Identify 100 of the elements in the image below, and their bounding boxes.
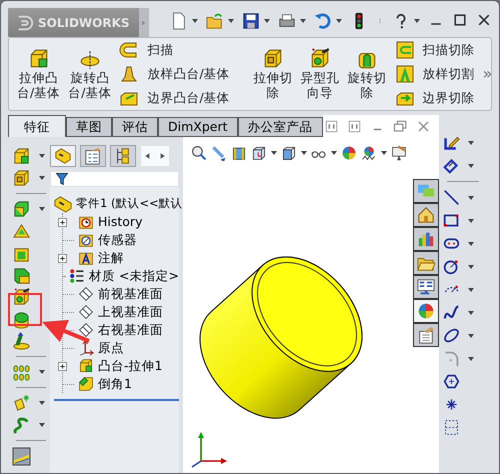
line-icon[interactable] — [443, 189, 460, 206]
new-document-icon[interactable] — [170, 12, 188, 30]
caret-icon[interactable] — [468, 196, 474, 200]
toolbar-tab[interactable]: DimXpert — [158, 117, 238, 137]
caret-icon[interactable] — [468, 218, 474, 222]
extrude-cut-icon[interactable] — [12, 168, 31, 188]
ribbon-command-button[interactable]: 放样凸台/基体 — [119, 64, 230, 84]
task-pane-tab[interactable] — [413, 275, 439, 299]
close-icon[interactable] — [476, 12, 492, 28]
zoom-icon[interactable] — [191, 145, 207, 161]
part-icon[interactable] — [54, 195, 72, 213]
task-pane-tab[interactable] — [413, 299, 439, 323]
tree-item[interactable]: 材质 <未指定> — [89, 266, 179, 286]
tree-item[interactable]: 倒角1 — [98, 374, 132, 394]
ribbon-command-button[interactable]: 拉伸切 除 — [254, 38, 293, 110]
view-cube-icon[interactable] — [251, 145, 267, 161]
tree-item[interactable]: 右视基准面 — [98, 320, 163, 340]
section-view-icon[interactable] — [231, 145, 247, 161]
caret-icon[interactable] — [39, 370, 45, 374]
caret-icon[interactable] — [271, 151, 277, 155]
caret-icon[interactable] — [39, 207, 45, 211]
maximize-icon[interactable] — [452, 12, 468, 28]
monitor-icon[interactable] — [391, 145, 407, 161]
rectangle-icon[interactable] — [443, 212, 460, 229]
swept-curve-icon[interactable] — [12, 332, 31, 350]
expand-icon[interactable] — [58, 218, 67, 226]
tree-item[interactable]: 传感器 — [98, 230, 137, 250]
caret-icon[interactable] — [39, 176, 45, 180]
toolbar-tab[interactable]: 办公室产品 — [238, 117, 323, 137]
panel-tab[interactable] — [110, 145, 136, 167]
caret-icon[interactable] — [414, 19, 420, 23]
caret-icon[interactable] — [468, 356, 474, 360]
caret-icon[interactable] — [468, 140, 474, 144]
caret-icon[interactable] — [381, 151, 387, 155]
rib-icon[interactable] — [12, 222, 31, 240]
task-pane-tab[interactable] — [413, 179, 439, 203]
tree-item[interactable]: 注解 — [98, 248, 124, 268]
printer-icon[interactable] — [278, 12, 296, 30]
task-pane-tab[interactable] — [413, 251, 439, 275]
ribbon-command-button[interactable]: 拉伸凸 台/基体 — [17, 38, 60, 110]
caret-icon[interactable] — [39, 154, 45, 158]
caret-icon[interactable] — [331, 151, 337, 155]
tree-item[interactable]: History — [98, 212, 142, 232]
ellipse-icon[interactable] — [443, 327, 460, 344]
restore-icon[interactable] — [393, 118, 408, 134]
tile-left-icon[interactable] — [324, 118, 339, 134]
task-pane-tab[interactable] — [413, 227, 439, 251]
caret-icon[interactable] — [468, 334, 474, 338]
tree-item[interactable]: 零件1 (默认<<默认 — [76, 195, 183, 213]
caret-icon[interactable] — [300, 19, 306, 23]
measure-icon[interactable] — [12, 446, 31, 466]
caret-icon[interactable] — [336, 19, 342, 23]
appearance-ball-icon[interactable] — [341, 145, 357, 161]
ribbon-command-button[interactable]: 旋转切 除 — [348, 38, 387, 110]
construction-geometry-icon[interactable] — [443, 419, 460, 436]
filter-field[interactable] — [50, 171, 179, 187]
toolbar-tab[interactable]: 草图 — [66, 117, 112, 137]
panel-tab[interactable] — [80, 145, 106, 167]
task-pane-tab[interactable] — [413, 203, 439, 227]
toolbar-tab[interactable]: 评估 — [112, 117, 158, 137]
sketch-icon[interactable] — [443, 134, 460, 151]
ribbon-command-button[interactable]: 边界凸台/基体 — [119, 88, 230, 108]
caret-icon[interactable] — [468, 164, 474, 168]
caret-icon[interactable] — [39, 401, 45, 405]
tree-item[interactable]: 凸台-拉伸1 — [98, 356, 162, 376]
caret-icon[interactable] — [39, 423, 45, 427]
task-pane-tab[interactable] — [413, 323, 439, 347]
ribbon-command-button[interactable]: 扫描切除 — [394, 40, 475, 60]
circle-icon[interactable] — [443, 258, 460, 275]
caret-icon[interactable] — [192, 19, 198, 23]
caret-icon[interactable] — [468, 288, 474, 292]
toolbar-tab[interactable]: 特征 — [8, 115, 66, 137]
undo-icon[interactable] — [314, 12, 332, 30]
display-cube-icon[interactable] — [281, 145, 297, 161]
spline-icon[interactable] — [443, 304, 460, 321]
pattern-icon[interactable] — [12, 362, 31, 382]
panel-tab[interactable] — [50, 145, 76, 167]
save-icon[interactable] — [242, 12, 260, 30]
caret-icon[interactable] — [468, 310, 474, 314]
ribbon-command-button[interactable]: 异型孔 向导 — [300, 38, 340, 110]
ribbon-command-button[interactable]: 边界切除 — [394, 88, 475, 108]
fillet-icon[interactable] — [12, 200, 31, 218]
caret-icon[interactable] — [301, 151, 307, 155]
caret-icon[interactable] — [468, 242, 474, 246]
open-folder-icon[interactable] — [206, 12, 224, 30]
tree-item[interactable]: 上视基准面 — [98, 302, 163, 322]
more-button[interactable]: » — [482, 62, 492, 86]
tree-item[interactable]: 原点 — [98, 338, 124, 358]
expand-icon[interactable] — [58, 254, 67, 262]
caret-icon[interactable] — [228, 19, 234, 23]
ribbon-command-button[interactable]: 旋转凸 台/基体 — [68, 38, 112, 110]
dome-icon[interactable] — [12, 310, 31, 328]
tree-item[interactable]: 前视基准面 — [98, 284, 163, 304]
tile-right-icon[interactable] — [347, 118, 362, 134]
curves-icon[interactable] — [12, 416, 31, 434]
caret-icon[interactable] — [468, 264, 474, 268]
caret-icon[interactable] — [264, 19, 270, 23]
extrude-boss-icon[interactable] — [12, 146, 31, 166]
smart-dimension-icon[interactable] — [443, 157, 460, 174]
polygon-icon[interactable] — [443, 373, 460, 390]
